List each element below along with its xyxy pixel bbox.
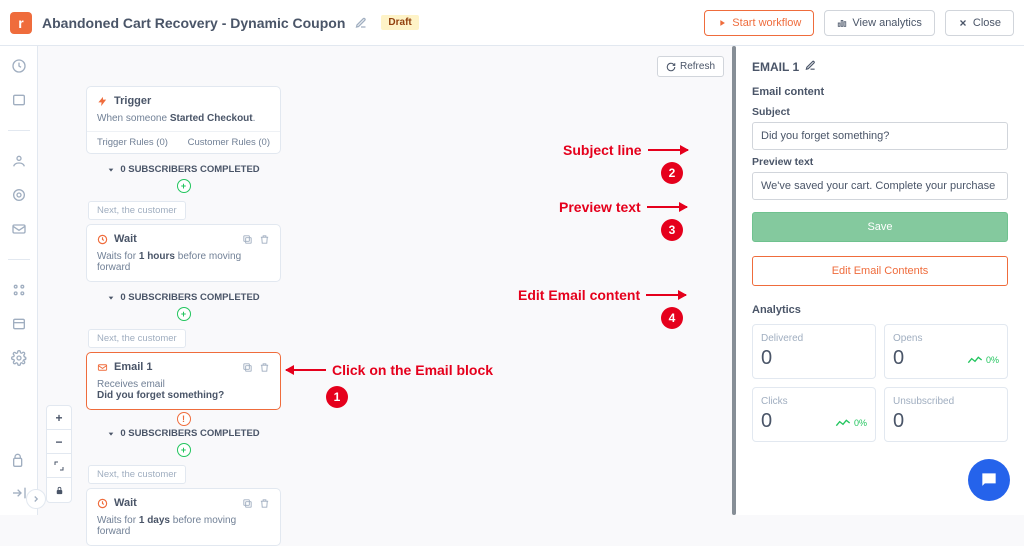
wait-description: Waits for 1 days before moving forward [97, 515, 270, 537]
warning-icon[interactable]: ! [177, 412, 191, 426]
edit-heading-icon[interactable] [805, 60, 816, 74]
target-icon[interactable] [11, 187, 27, 203]
next-step-label: Next, the customer [88, 201, 186, 220]
trigger-block[interactable]: Trigger When someone Started Checkout. T… [86, 86, 281, 154]
trigger-title: Trigger [114, 95, 151, 107]
duplicate-icon[interactable] [242, 234, 253, 245]
wait-block[interactable]: Wait Waits for 1 days before moving forw… [86, 488, 281, 546]
app-logo: r [10, 12, 32, 34]
workflow-title: Abandoned Cart Recovery - Dynamic Coupon [42, 15, 345, 31]
delete-icon[interactable] [259, 498, 270, 509]
email-content-heading: Email content [752, 86, 1008, 98]
template-icon[interactable] [11, 316, 27, 332]
subject-input[interactable] [752, 122, 1008, 150]
annotation-number: 4 [661, 307, 683, 329]
next-step-label: Next, the customer [88, 465, 186, 484]
store-icon[interactable] [11, 453, 27, 469]
zoom-out-button[interactable]: − [47, 430, 71, 454]
start-workflow-button[interactable]: Start workflow [704, 10, 814, 36]
annotation: Click on the Email block [286, 362, 493, 378]
bolt-icon [97, 96, 108, 107]
subject-label: Subject [752, 106, 1008, 118]
duplicate-icon[interactable] [242, 498, 253, 509]
envelope-icon [97, 362, 108, 373]
lock-scroll-button[interactable] [47, 478, 71, 502]
draft-badge: Draft [381, 15, 418, 30]
preview-text-label: Preview text [752, 156, 1008, 168]
subscribers-completed: 0 SUBSCRIBERS COMPLETED [86, 292, 281, 303]
view-analytics-button[interactable]: View analytics [824, 10, 935, 36]
mail-icon[interactable] [11, 221, 27, 237]
clicks-stat: Clicks 00% [752, 387, 876, 442]
zoom-in-button[interactable]: + [47, 406, 71, 430]
top-header: r Abandoned Cart Recovery - Dynamic Coup… [0, 0, 1024, 46]
popup-icon[interactable] [11, 92, 27, 108]
panel-heading: EMAIL 1 [752, 60, 1008, 74]
add-step-icon[interactable]: + [177, 443, 191, 457]
edit-title-icon[interactable] [355, 17, 367, 29]
delete-icon[interactable] [259, 362, 270, 373]
analytics-heading: Analytics [752, 304, 1008, 316]
annotation: Preview text [559, 199, 687, 215]
left-nav-rail [0, 46, 38, 515]
trend-icon: 0% [967, 355, 999, 365]
wait-block[interactable]: Wait Waits for 1 hours before moving for… [86, 224, 281, 282]
annotation-number: 2 [661, 162, 683, 184]
wait-title: Wait [114, 497, 137, 509]
duplicate-icon[interactable] [242, 362, 253, 373]
customer-rules[interactable]: Customer Rules (0) [188, 137, 270, 148]
delete-icon[interactable] [259, 234, 270, 245]
wait-title: Wait [114, 233, 137, 245]
add-step-icon[interactable]: + [177, 179, 191, 193]
trigger-rules[interactable]: Trigger Rules (0) [97, 137, 168, 148]
users-icon[interactable] [11, 153, 27, 169]
logout-icon[interactable] [11, 485, 27, 501]
trend-icon: 0% [835, 418, 867, 428]
zoom-fit-button[interactable] [47, 454, 71, 478]
wait-description: Waits for 1 hours before moving forward [97, 251, 270, 273]
annotation-number: 1 [326, 386, 348, 408]
preview-text-input[interactable] [752, 172, 1008, 200]
annotation: Edit Email content [518, 287, 686, 303]
delivered-stat: Delivered 0 [752, 324, 876, 379]
email-settings-panel: EMAIL 1 Email content Subject Preview te… [736, 46, 1024, 515]
chat-widget-icon[interactable] [968, 459, 1010, 501]
email-description: Receives email Did you forget something? [97, 379, 270, 401]
add-step-icon[interactable]: + [177, 307, 191, 321]
edit-email-contents-button[interactable]: Edit Email Contents [752, 256, 1008, 286]
subscribers-completed: 0 SUBSCRIBERS COMPLETED [86, 428, 281, 439]
trigger-description: When someone Started Checkout. [97, 113, 270, 124]
subscribers-completed: 0 SUBSCRIBERS COMPLETED [86, 164, 281, 175]
email-block[interactable]: Email 1 Receives email Did you forget so… [86, 352, 281, 410]
refresh-button[interactable]: Refresh [657, 56, 724, 77]
email-block-title: Email 1 [114, 361, 153, 373]
unsubscribed-stat: Unsubscribed 0 [884, 387, 1008, 442]
next-step-label: Next, the customer [88, 329, 186, 348]
clock-icon [97, 498, 108, 509]
save-button[interactable]: Save [752, 212, 1008, 242]
zoom-controls: + − [46, 405, 72, 503]
close-button[interactable]: Close [945, 10, 1014, 36]
clock-icon [97, 234, 108, 245]
annotation: Subject line [563, 142, 688, 158]
opens-stat: Opens 00% [884, 324, 1008, 379]
settings-icon[interactable] [11, 350, 27, 366]
annotation-number: 3 [661, 219, 683, 241]
dashboard-icon[interactable] [11, 58, 27, 74]
automation-icon[interactable] [11, 282, 27, 298]
